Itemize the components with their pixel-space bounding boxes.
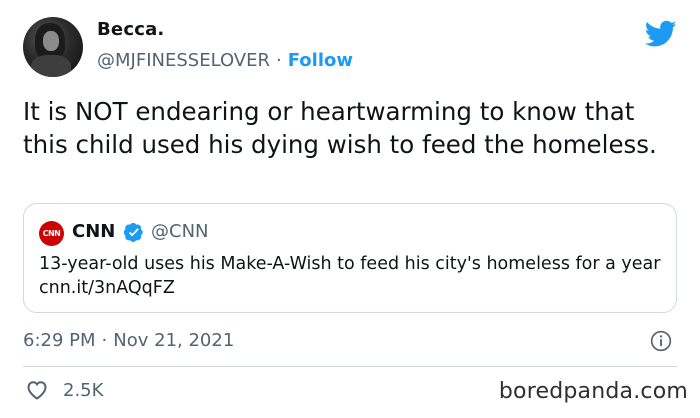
info-icon[interactable] (650, 330, 672, 352)
tweet-text: It is NOT endearing or heartwarming to k… (23, 97, 657, 159)
avatar-body (31, 55, 71, 77)
verified-badge-icon (124, 222, 143, 242)
author-handle[interactable]: @MJFINESSELOVER (97, 50, 270, 71)
avatar[interactable] (23, 17, 83, 77)
timestamp-separator: · (101, 330, 108, 351)
author-name[interactable]: Becca. (97, 19, 164, 40)
watermark: boredpanda.com (498, 379, 688, 404)
heart-icon (27, 381, 47, 400)
like-count: 2.5K (63, 379, 104, 401)
quoted-author-name[interactable]: CNN (72, 221, 115, 242)
tweet-date: Nov 21, 2021 (113, 330, 235, 351)
handle-separator: · (276, 50, 282, 71)
twitter-bird-icon[interactable] (645, 20, 677, 48)
like-button[interactable]: 2.5K (25, 378, 103, 402)
quoted-author-handle[interactable]: @CNN (151, 221, 209, 242)
author-handle-row: @MJFINESSELOVER · Follow (97, 50, 353, 71)
tweet-timestamp[interactable]: 6:29 PM · Nov 21, 2021 (23, 330, 234, 351)
quoted-tweet[interactable]: CNN CNN @CNN 13-year-old uses his Make-A… (23, 203, 677, 313)
avatar-face (43, 31, 59, 51)
cnn-logo-icon: CNN (39, 221, 64, 246)
tweet-card: Becca. @MJFINESSELOVER · Follow It is NOT … (0, 0, 700, 418)
tweet-time: 6:29 PM (23, 330, 96, 351)
follow-button[interactable]: Follow (288, 50, 353, 71)
divider (23, 366, 677, 367)
quoted-tweet-text: 13-year-old uses his Make-A-Wish to feed… (39, 254, 661, 298)
